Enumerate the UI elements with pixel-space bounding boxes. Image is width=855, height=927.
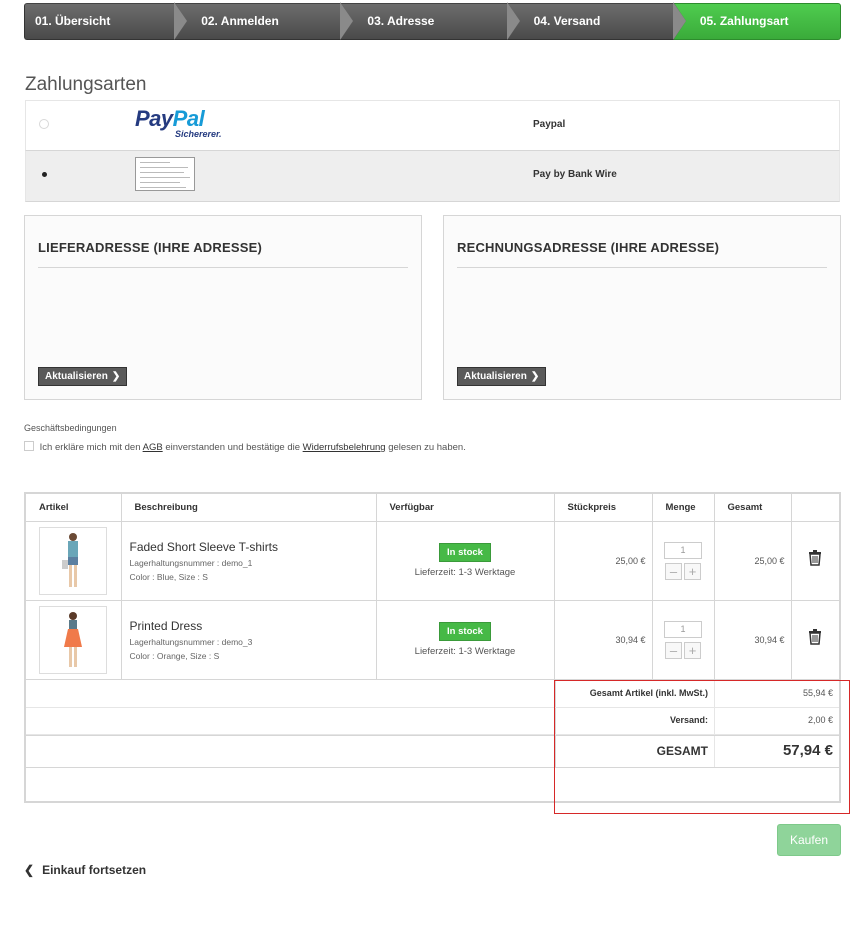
quantity-input[interactable]: 1 — [664, 541, 702, 559]
header-availability: Verfügbar — [376, 494, 555, 522]
step-payment[interactable]: 05. Zahlungsart — [673, 3, 842, 40]
continue-shopping-link[interactable]: ❮ Einkauf fortsetzen — [24, 863, 146, 877]
invoice-address-title: RECHNUNGSADRESSE (IHRE ADRESSE) — [457, 240, 720, 255]
chevron-right-icon: ❯ — [111, 371, 121, 382]
header-total: Gesamt — [714, 494, 792, 522]
payment-option-bankwire[interactable]: Pay by Bank Wire — [25, 150, 840, 202]
header-unit-price: Stückpreis — [554, 494, 653, 522]
continue-label: Einkauf fortsetzen — [42, 863, 147, 877]
bankwire-image — [135, 157, 195, 191]
widerruf-link[interactable]: Widerrufsbelehrung — [303, 442, 386, 453]
unit-price: 30,94 € — [554, 600, 653, 680]
chevron-right-icon: ❯ — [530, 371, 540, 382]
paypal-logo: PayPal Sichererer. — [135, 106, 222, 139]
chevron-left-icon: ❮ — [24, 863, 35, 877]
step-arrow — [672, 2, 686, 40]
terms-checkbox[interactable] — [24, 441, 34, 451]
product-image[interactable] — [39, 605, 107, 674]
payment-label: Paypal — [533, 119, 566, 130]
header-description: Beschreibung — [121, 494, 377, 522]
step-label: 01. Übersicht — [35, 14, 111, 28]
header-quantity: Menge — [652, 494, 715, 522]
step-overview[interactable]: 01. Übersicht — [24, 2, 188, 40]
stock-badge: In stock — [439, 543, 491, 562]
payment-title: Zahlungsarten — [25, 74, 147, 95]
step-address[interactable]: 03. Adresse — [341, 2, 520, 40]
step-arrow — [506, 2, 520, 40]
paypal-logo-text: Pay — [135, 106, 173, 131]
plus-icon[interactable]: + — [684, 562, 701, 580]
trash-icon[interactable] — [791, 600, 839, 680]
paypal-logo-text: Pal — [172, 106, 205, 131]
quantity-input[interactable]: 1 — [664, 620, 702, 638]
step-shipping[interactable]: 04. Versand — [507, 2, 686, 40]
checkout-steps: 01. Übersicht 02. Anmelden 03. Adresse 0… — [24, 2, 842, 40]
payment-options: PayPal Sichererer. Paypal Pay by Bank Wi… — [25, 100, 840, 202]
unit-price: 25,00 € — [554, 521, 653, 601]
update-invoice-address-button[interactable]: Aktualisieren ❯ — [457, 367, 547, 386]
trash-icon[interactable] — [791, 521, 839, 601]
step-label: 04. Versand — [533, 14, 601, 28]
delivery-address-title: LIEFERADRESSE (IHRE ADRESSE) — [38, 240, 262, 255]
header-article: Artikel — [26, 494, 122, 522]
product-name[interactable]: Faded Short Sleeve T-shirts — [130, 540, 376, 554]
product-attributes: Color : Orange, Size : S — [129, 650, 220, 661]
product-sku: Lagerhaltungsnummer : demo_1 — [129, 557, 253, 568]
step-label: 02. Anmelden — [201, 14, 279, 28]
terms-text: Ich erkläre mich mit den — [39, 442, 141, 453]
button-label: Aktualisieren — [464, 371, 527, 382]
invoice-address-box: RECHNUNGSADRESSE (IHRE ADRESSE) Aktualis… — [443, 215, 841, 400]
paypal-radio[interactable] — [39, 119, 49, 129]
terms-line: Ich erkläre mich mit den AGB einverstand… — [24, 441, 466, 453]
product-image[interactable] — [39, 526, 107, 595]
table-row: Faded Short Sleeve T-shirts Lagerhaltung… — [26, 521, 839, 601]
bankwire-radio[interactable] — [39, 169, 49, 179]
minus-icon[interactable]: – — [665, 641, 682, 659]
product-attributes: Color : Blue, Size : S — [129, 571, 208, 582]
plus-icon[interactable]: + — [684, 641, 701, 659]
divider — [457, 267, 827, 268]
table-row: Printed Dress Lagerhaltungsnummer : demo… — [26, 600, 839, 680]
step-label: 05. Zahlungsart — [699, 14, 789, 28]
highlight-box — [554, 680, 850, 814]
terms-text: gelesen zu haben. — [388, 442, 466, 453]
header-actions — [791, 494, 839, 522]
payment-option-paypal[interactable]: PayPal Sichererer. Paypal — [25, 101, 840, 150]
delivery-time: Lieferzeit: 1-3 Werktage — [414, 646, 516, 657]
product-name[interactable]: Printed Dress — [130, 619, 376, 633]
product-sku: Lagerhaltungsnummer : demo_3 — [129, 636, 253, 647]
terms-text: einverstanden und bestätige die — [165, 442, 300, 453]
line-total: 25,00 € — [714, 521, 792, 601]
step-label: 03. Adresse — [367, 14, 435, 28]
step-arrow — [174, 2, 188, 40]
button-label: Aktualisieren — [45, 371, 108, 382]
agb-link[interactable]: AGB — [143, 442, 163, 453]
step-arrow — [340, 2, 354, 40]
delivery-address-box: LIEFERADRESSE (IHRE ADRESSE) Aktualisier… — [24, 215, 422, 400]
update-delivery-address-button[interactable]: Aktualisieren ❯ — [38, 367, 128, 386]
divider — [38, 267, 408, 268]
terms-heading: Geschäftsbedingungen — [24, 423, 117, 433]
step-login[interactable]: 02. Anmelden — [175, 2, 354, 40]
paypal-logo-sub: Sichererer. — [175, 129, 222, 139]
stock-badge: In stock — [439, 622, 491, 641]
delivery-time: Lieferzeit: 1-3 Werktage — [414, 567, 516, 578]
buy-button[interactable]: Kaufen — [777, 824, 841, 856]
line-total: 30,94 € — [714, 600, 792, 680]
payment-label: Pay by Bank Wire — [533, 169, 617, 180]
minus-icon[interactable]: – — [665, 562, 682, 580]
